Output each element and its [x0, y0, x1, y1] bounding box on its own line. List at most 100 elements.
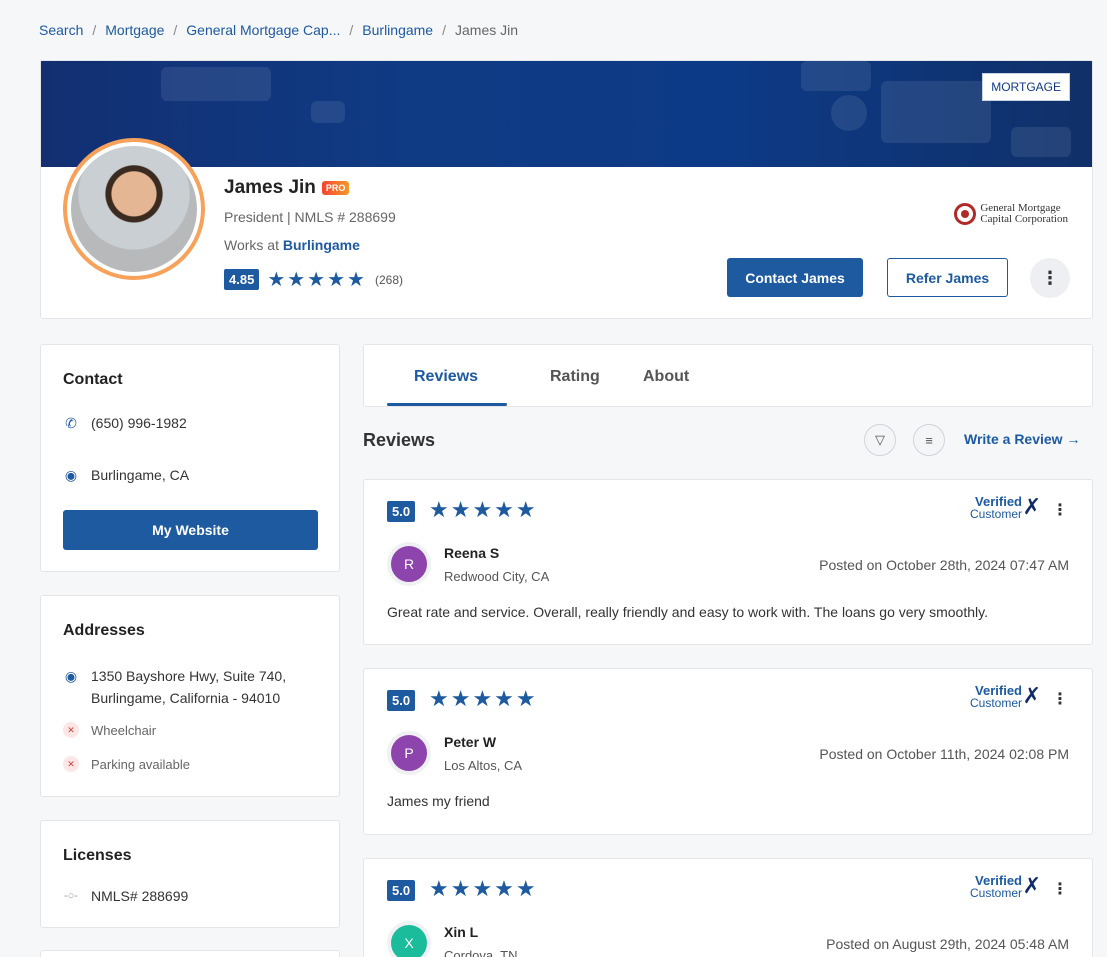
breadcrumb-separator: / — [442, 22, 446, 38]
addresses-card: Addresses ◉ 1350 Bayshore Hwy, Suite 740… — [40, 595, 340, 797]
reviewer-avatar: R — [387, 542, 431, 586]
review-date: Posted on October 28th, 2024 07:47 AM — [819, 557, 1069, 573]
tab-about[interactable]: About — [643, 368, 689, 386]
customer-label: Customer — [969, 886, 1022, 900]
review-menu-icon[interactable]: ⋮ — [1052, 879, 1068, 899]
name-row: James Jin PRO — [224, 177, 350, 199]
rating-summary: 4.85 ★★★★★ (268) — [224, 267, 403, 292]
review-card: 5.0 ★★★★★ Verified Customer ✗ ⋮ X Xin L … — [363, 858, 1093, 957]
tab-reviews[interactable]: Reviews — [414, 368, 478, 386]
rating-score: 4.85 — [224, 269, 260, 290]
amenity-row: ✕ Parking available — [63, 756, 190, 772]
amenity-wheelchair: Wheelchair — [91, 722, 157, 738]
license-key-icon: -○- — [64, 890, 78, 902]
phone-icon: ✆ — [65, 415, 77, 431]
reviews-heading: Reviews — [363, 430, 436, 450]
verified-check-icon: ✗ — [1022, 873, 1041, 898]
reviewer-avatar: X — [387, 921, 431, 957]
contact-button[interactable]: Contact James — [727, 258, 863, 297]
reviewer-avatar: P — [387, 731, 431, 775]
review-score: 5.0 — [387, 880, 416, 901]
customer-label: Customer — [969, 507, 1022, 521]
breadcrumb-mortgage[interactable]: Mortgage — [105, 22, 164, 38]
review-text: Great rate and service. Overall, really … — [387, 604, 988, 620]
review-card: 5.0 ★★★★★ Verified Customer ✗ ⋮ R Reena … — [363, 479, 1093, 645]
write-review-link[interactable]: Write a Review → — [964, 431, 1080, 447]
company-logo-icon — [954, 203, 977, 225]
reviewer-name: Xin L — [444, 924, 479, 940]
license-row: -○- NMLS# 288699 — [63, 888, 188, 904]
verified-check-icon: ✗ — [1022, 683, 1041, 708]
banner-decoration — [311, 101, 345, 123]
review-menu-icon[interactable]: ⋮ — [1052, 689, 1068, 709]
verified-customer-badge: Verified Customer — [969, 495, 1022, 521]
profile-header-card: MORTGAGE James Jin PRO President | NMLS … — [40, 60, 1093, 319]
location-text: Burlingame, CA — [91, 467, 190, 483]
company-logo: General Mortgage Capital Corporation — [954, 203, 1068, 225]
works-at-prefix: Works at — [224, 237, 279, 253]
contact-heading: Contact — [63, 371, 123, 388]
review-card: 5.0 ★★★★★ Verified Customer ✗ ⋮ P Peter … — [363, 668, 1093, 835]
category-tag: MORTGAGE — [982, 73, 1070, 101]
verified-check-icon: ✗ — [1022, 494, 1041, 519]
works-at: Works at Burlingame — [224, 237, 360, 253]
reviewer-location: Los Altos, CA — [444, 758, 523, 773]
licenses-heading: Licenses — [63, 847, 132, 864]
breadcrumb-search[interactable]: Search — [39, 22, 83, 38]
company-name-line2: Capital Corporation — [980, 213, 1068, 225]
amenity-parking: Parking available — [91, 756, 191, 772]
reviewer-name: Peter W — [444, 734, 497, 750]
star-rating-icon: ★★★★★ — [267, 269, 367, 291]
breadcrumb-separator: / — [173, 22, 178, 38]
verified-customer-badge: Verified Customer — [969, 684, 1022, 710]
breadcrumb: Search / Mortgage / General Mortgage Cap... /… — [39, 22, 518, 38]
reviewer-name: Reena S — [444, 545, 500, 561]
works-at-link[interactable]: Burlingame — [283, 237, 360, 253]
star-rating-icon: ★★★★★ — [429, 497, 538, 522]
profile-avatar — [63, 138, 205, 280]
star-rating-icon: ★★★★★ — [429, 686, 538, 711]
tab-rating[interactable]: Rating — [550, 368, 600, 386]
breadcrumb-branch[interactable]: Burlingame — [362, 22, 433, 38]
star-rating-icon: ★★★★★ — [429, 876, 538, 901]
company-logo-text: General Mortgage Capital Corporation — [980, 203, 1068, 225]
verified-customer-badge: Verified Customer — [969, 874, 1022, 900]
breadcrumb-separator: / — [349, 22, 354, 38]
more-options-icon[interactable]: ⋮ — [1030, 258, 1070, 298]
breadcrumb-separator: / — [92, 22, 97, 38]
review-menu-icon[interactable]: ⋮ — [1052, 500, 1068, 520]
banner-decoration — [831, 95, 867, 131]
banner-decoration — [1011, 127, 1071, 157]
address-line1: 1350 Bayshore Hwy, Suite 740, — [91, 668, 287, 684]
customer-label: Customer — [969, 696, 1022, 710]
review-date: Posted on October 11th, 2024 02:08 PM — [819, 746, 1069, 762]
review-score: 5.0 — [387, 501, 416, 522]
location-pin-icon: ◉ — [64, 668, 78, 684]
banner-decoration — [801, 61, 871, 91]
review-date: Posted on August 29th, 2024 05:48 AM — [826, 936, 1069, 952]
license-number: NMLS# 288699 — [91, 888, 189, 904]
review-count[interactable]: (268) — [375, 273, 403, 287]
filter-icon[interactable]: ▽ — [864, 424, 896, 456]
phone-row[interactable]: ✆ (650) 996-1982 — [63, 415, 187, 432]
profile-name: James Jin — [224, 177, 316, 198]
profile-title: President | NMLS # 288699 — [224, 209, 396, 225]
contact-card: Contact ✆ (650) 996-1982 ◉ Burlingame, C… — [40, 344, 340, 572]
pro-badge: PRO — [321, 181, 350, 195]
sort-icon[interactable]: ≡ — [913, 424, 945, 456]
refer-button[interactable]: Refer James — [887, 258, 1008, 297]
location-pin-icon: ◉ — [64, 467, 78, 483]
banner-decoration — [161, 67, 271, 101]
breadcrumb-current: James Jin — [455, 22, 519, 38]
active-tab-indicator — [387, 403, 507, 406]
phone-number[interactable]: (650) 996-1982 — [91, 415, 187, 431]
location-row: ◉ Burlingame, CA — [63, 467, 189, 484]
my-website-button[interactable]: My Website — [63, 510, 318, 550]
breadcrumb-company[interactable]: General Mortgage Cap... — [186, 22, 340, 38]
next-card — [40, 950, 340, 957]
addresses-heading: Addresses — [63, 622, 145, 639]
review-score: 5.0 — [387, 690, 416, 711]
amenity-row: ✕ Wheelchair — [63, 722, 156, 738]
address-text: 1350 Bayshore Hwy, Suite 740, Burlingame… — [91, 665, 286, 709]
banner-decoration — [881, 81, 991, 143]
